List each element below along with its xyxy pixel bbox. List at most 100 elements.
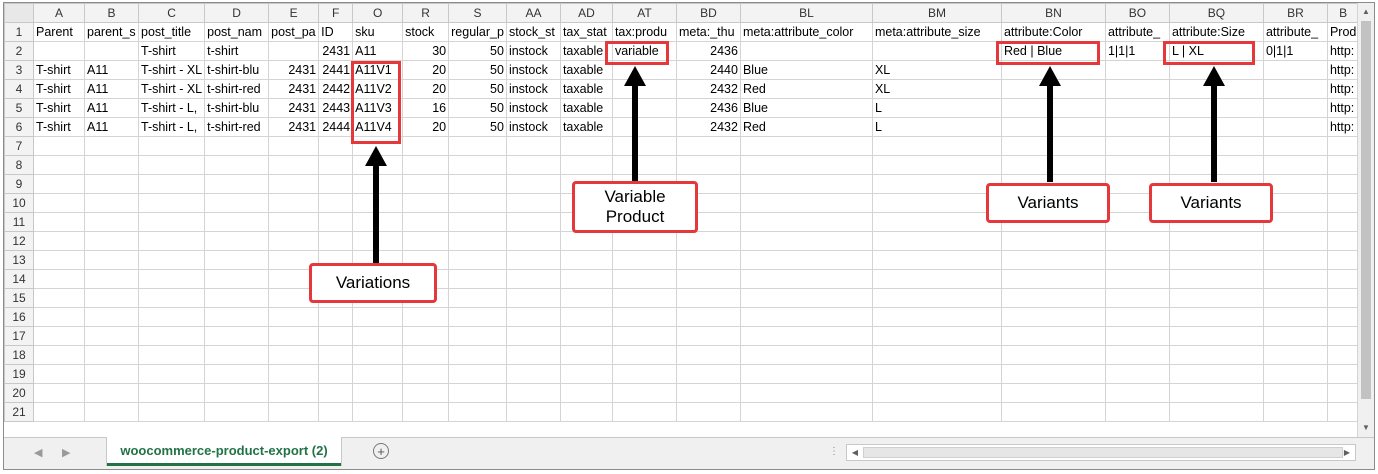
cell[interactable]: T-shirt: [33, 79, 85, 99]
cell[interactable]: [318, 402, 354, 422]
sheet-tab[interactable]: woocommerce-product-export (2): [107, 437, 341, 466]
cell[interactable]: [318, 307, 354, 327]
cell[interactable]: [33, 193, 85, 213]
cell[interactable]: [352, 383, 404, 403]
triangle-left-icon[interactable]: ◀: [34, 446, 42, 459]
cell[interactable]: [871, 41, 1002, 61]
cell[interactable]: 16: [402, 98, 450, 118]
cell[interactable]: [505, 326, 561, 346]
cell[interactable]: [402, 136, 450, 156]
cell[interactable]: 2444: [318, 117, 354, 137]
cell[interactable]: [1104, 155, 1170, 175]
cell[interactable]: A11: [84, 79, 139, 99]
cell[interactable]: [402, 155, 450, 175]
cell[interactable]: parent_s: [84, 22, 139, 42]
cell[interactable]: T-shirt: [33, 60, 85, 80]
cell[interactable]: 20: [402, 79, 450, 99]
cell[interactable]: 2431: [268, 60, 320, 80]
row-header[interactable]: 11: [4, 212, 34, 232]
cell[interactable]: [448, 231, 507, 251]
cell[interactable]: [84, 41, 139, 61]
cell[interactable]: [268, 174, 320, 194]
cell[interactable]: taxable: [559, 79, 613, 99]
cell[interactable]: [559, 345, 613, 365]
cell[interactable]: [137, 402, 206, 422]
cell[interactable]: [1262, 326, 1328, 346]
cell[interactable]: [84, 250, 139, 270]
cell[interactable]: [1104, 383, 1170, 403]
row-header[interactable]: 8: [4, 155, 34, 175]
cell[interactable]: [204, 212, 270, 232]
cell[interactable]: [739, 250, 873, 270]
cell[interactable]: Blue: [739, 60, 873, 80]
column-header[interactable]: BM: [871, 3, 1002, 23]
cell[interactable]: [1262, 364, 1328, 384]
cell[interactable]: [1104, 250, 1170, 270]
cell[interactable]: [1326, 345, 1360, 365]
cell[interactable]: [505, 136, 561, 156]
cell[interactable]: [448, 136, 507, 156]
cell[interactable]: attribute:Size: [1168, 22, 1264, 42]
cell[interactable]: [1326, 402, 1360, 422]
cell[interactable]: [1000, 383, 1106, 403]
cell[interactable]: [1326, 136, 1360, 156]
cell[interactable]: [448, 155, 507, 175]
cell[interactable]: [84, 136, 139, 156]
cell[interactable]: [204, 288, 270, 308]
cell[interactable]: [318, 383, 354, 403]
column-header[interactable]: AA: [505, 3, 561, 23]
cell[interactable]: [611, 364, 677, 384]
cell[interactable]: 2440: [675, 60, 741, 80]
cell[interactable]: [1000, 326, 1106, 346]
cell[interactable]: [1168, 250, 1264, 270]
cell[interactable]: [1326, 250, 1360, 270]
vertical-scroll-thumb[interactable]: [1361, 21, 1371, 399]
cell[interactable]: stock: [402, 22, 450, 42]
cell[interactable]: 2436: [675, 41, 741, 61]
cell[interactable]: [505, 155, 561, 175]
column-header[interactable]: BR: [1262, 3, 1328, 23]
cell[interactable]: 2432: [675, 117, 741, 137]
row-header[interactable]: 12: [4, 231, 34, 251]
cell[interactable]: Blue: [739, 98, 873, 118]
cell[interactable]: [559, 269, 613, 289]
cell[interactable]: [137, 212, 206, 232]
row-header[interactable]: 15: [4, 288, 34, 308]
cell[interactable]: [268, 193, 320, 213]
cell[interactable]: meta:attribute_size: [871, 22, 1002, 42]
cell[interactable]: 2436: [675, 98, 741, 118]
cell[interactable]: [675, 383, 741, 403]
cell[interactable]: [84, 326, 139, 346]
cell[interactable]: [739, 307, 873, 327]
cell[interactable]: [1168, 345, 1264, 365]
column-header[interactable]: AT: [611, 3, 677, 23]
cell[interactable]: [559, 231, 613, 251]
tab-split-handle-icon[interactable]: ⋮: [829, 446, 839, 457]
cell[interactable]: [33, 288, 85, 308]
cell[interactable]: [1168, 326, 1264, 346]
cell[interactable]: [318, 155, 354, 175]
cell[interactable]: [137, 155, 206, 175]
column-header[interactable]: BL: [739, 3, 873, 23]
cell[interactable]: [268, 307, 320, 327]
cell[interactable]: [33, 174, 85, 194]
cell[interactable]: [559, 136, 613, 156]
column-header[interactable]: BN: [1000, 3, 1106, 23]
cell[interactable]: 2443: [318, 98, 354, 118]
cell[interactable]: [505, 364, 561, 384]
cell[interactable]: [871, 402, 1002, 422]
cell[interactable]: [448, 402, 507, 422]
cell[interactable]: [675, 250, 741, 270]
cell[interactable]: [448, 307, 507, 327]
cell[interactable]: [505, 402, 561, 422]
cell[interactable]: [1326, 212, 1360, 232]
cell[interactable]: [1104, 326, 1170, 346]
cell[interactable]: [268, 41, 320, 61]
cell[interactable]: [268, 383, 320, 403]
cell[interactable]: Prod: [1326, 22, 1360, 42]
cell[interactable]: [1262, 174, 1328, 194]
cell[interactable]: [1326, 231, 1360, 251]
cell[interactable]: 0|1|1: [1262, 41, 1328, 61]
cell[interactable]: [84, 193, 139, 213]
cell[interactable]: [448, 364, 507, 384]
